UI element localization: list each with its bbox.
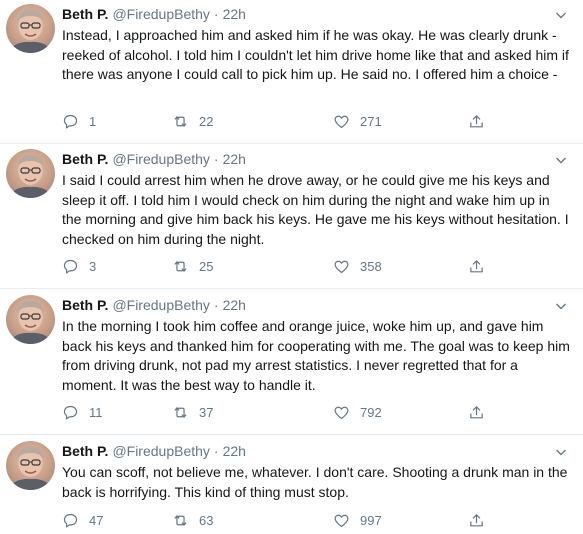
retweet-arrows-icon [174, 406, 187, 418]
share-upload-icon [470, 114, 483, 127]
author-handle[interactable]: @FiredupBethy [112, 6, 209, 22]
reply-count: 3 [89, 258, 97, 274]
like-count: 271 [360, 113, 382, 129]
share-upload-icon [470, 259, 483, 272]
retweet-button[interactable]: 63 [172, 510, 213, 530]
author-name[interactable]: Beth P. [62, 151, 108, 167]
retweet-arrows-icon [174, 115, 187, 127]
tweet[interactable]: Beth P. @FiredupBethy · 22h In the morni… [0, 291, 583, 435]
chevron-down-icon[interactable] [555, 300, 567, 312]
retweet-count: 22 [199, 113, 214, 129]
reply-count: 1 [89, 113, 97, 129]
tweet-time[interactable]: 22h [223, 151, 246, 167]
separator-dot: · [213, 151, 219, 167]
like-button[interactable]: 358 [333, 256, 382, 276]
retweet-button[interactable]: 25 [172, 256, 213, 276]
author-name[interactable]: Beth P. [62, 6, 108, 22]
tweet[interactable]: Beth P. @FiredupBethy · 22h You can scof… [0, 437, 583, 534]
tweet-time[interactable]: 22h [223, 297, 246, 313]
heart-outline-icon [334, 406, 349, 419]
retweet-arrows-icon [174, 514, 187, 526]
chevron-down-icon[interactable] [555, 154, 567, 166]
comment-bubble-icon [63, 405, 78, 419]
avatar[interactable] [6, 441, 55, 490]
like-count: 792 [360, 404, 382, 420]
tweet-header: Beth P. @FiredupBethy · 22h [62, 443, 246, 463]
like-button[interactable]: 792 [333, 402, 382, 422]
tweet-actions: 3 25 358 [62, 256, 502, 276]
author-handle[interactable]: @FiredupBethy [112, 443, 209, 459]
like-button[interactable]: 997 [333, 510, 382, 530]
separator-dot: · [213, 297, 219, 313]
avatar[interactable] [6, 295, 55, 344]
retweet-button[interactable]: 22 [172, 111, 213, 131]
retweet-count: 37 [199, 404, 214, 420]
avatar[interactable] [6, 4, 55, 53]
comment-bubble-icon [63, 513, 78, 527]
retweet-arrows-icon [174, 260, 187, 272]
tweet-time[interactable]: 22h [223, 6, 246, 22]
reply-button[interactable]: 3 [62, 256, 96, 276]
share-upload-icon [470, 405, 483, 418]
tweet-header: Beth P. @FiredupBethy · 22h [62, 151, 246, 171]
tweet-text: In the morning I took him coffee and ora… [62, 318, 570, 393]
separator-dot: · [213, 443, 219, 459]
chevron-down-icon[interactable] [555, 446, 567, 458]
share-button[interactable] [468, 510, 485, 530]
comment-bubble-icon [63, 259, 78, 273]
like-count: 997 [360, 512, 382, 528]
author-name[interactable]: Beth P. [62, 443, 108, 459]
tweet-actions: 1 22 271 [62, 111, 502, 131]
reply-button[interactable]: 11 [62, 402, 103, 422]
tweet-text: Instead, I approached him and asked him … [62, 27, 569, 82]
like-button[interactable]: 271 [333, 111, 382, 131]
tweet-time[interactable]: 22h [223, 443, 246, 459]
tweet-actions: 47 63 997 [62, 510, 502, 530]
tweet-header: Beth P. @FiredupBethy · 22h [62, 297, 246, 317]
share-upload-icon [470, 513, 483, 526]
reply-button[interactable]: 47 [62, 510, 103, 530]
tweet-text: You can scoff, not believe me, whatever.… [62, 464, 568, 500]
reply-count: 47 [89, 512, 104, 528]
author-handle[interactable]: @FiredupBethy [112, 151, 209, 167]
tweet-thread: Beth P. @FiredupBethy · 22h Instead, I a… [0, 0, 583, 534]
reply-button[interactable]: 1 [62, 111, 96, 131]
author-name[interactable]: Beth P. [62, 297, 108, 313]
retweet-button[interactable]: 37 [172, 402, 213, 422]
retweet-count: 25 [199, 258, 214, 274]
author-handle[interactable]: @FiredupBethy [112, 297, 209, 313]
tweet-actions: 11 37 792 [62, 402, 502, 422]
separator-dot: · [213, 6, 219, 22]
tweet-text: I said I could arrest him when he drove … [62, 172, 569, 247]
avatar[interactable] [6, 149, 55, 198]
like-count: 358 [360, 258, 382, 274]
heart-outline-icon [334, 514, 349, 527]
chevron-down-icon[interactable] [555, 9, 567, 21]
heart-outline-icon [334, 260, 349, 273]
tweet-header: Beth P. @FiredupBethy · 22h [62, 6, 246, 26]
share-button[interactable] [468, 402, 485, 422]
share-button[interactable] [468, 256, 485, 276]
comment-bubble-icon [63, 114, 78, 128]
share-button[interactable] [468, 111, 485, 131]
tweet[interactable]: Beth P. @FiredupBethy · 22h Instead, I a… [0, 0, 583, 144]
reply-count: 11 [89, 404, 103, 420]
retweet-count: 63 [199, 512, 214, 528]
heart-outline-icon [334, 115, 349, 128]
tweet[interactable]: Beth P. @FiredupBethy · 22h I said I cou… [0, 145, 583, 289]
